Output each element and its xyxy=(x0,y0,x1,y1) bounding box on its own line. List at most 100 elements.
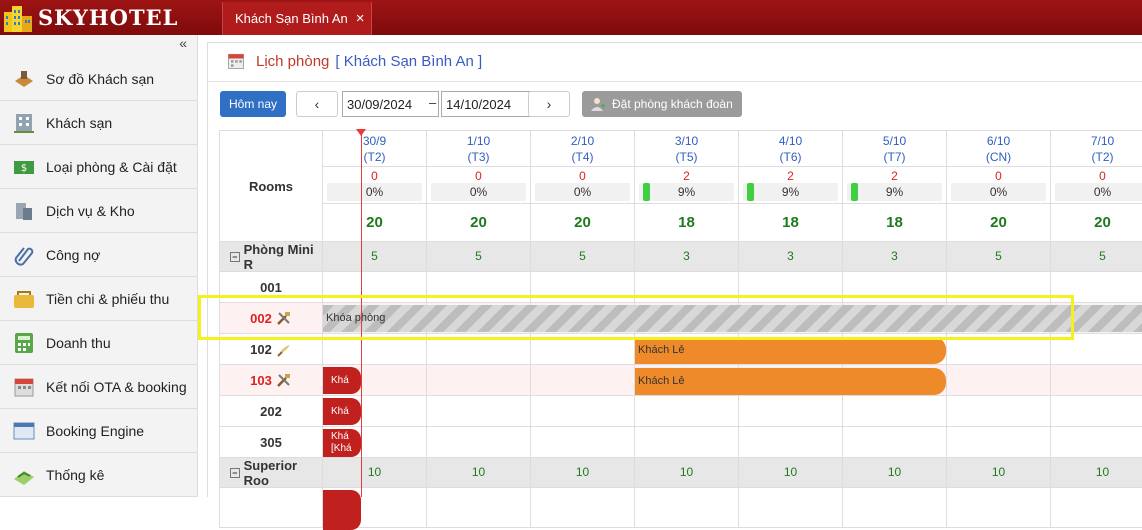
service-icon xyxy=(16,202,32,220)
room-day-cell[interactable] xyxy=(531,396,635,427)
sidebar-item-hotel[interactable]: Khách sạn xyxy=(0,101,197,145)
from-date-input[interactable]: 30/09/2024 xyxy=(342,91,439,117)
room-number: 001 xyxy=(260,279,282,295)
day-weekday: (T4) xyxy=(571,150,594,164)
available-count: 20 xyxy=(427,204,531,242)
group-booking-label: Đặt phòng khách đoàn xyxy=(612,97,733,111)
collapse-sidebar-button[interactable]: « xyxy=(0,35,197,57)
room-day-cell[interactable] xyxy=(947,365,1051,396)
today-button[interactable]: Hôm nay xyxy=(220,91,286,117)
sidebar-item-label: Tiền chi & phiếu thu xyxy=(46,290,170,307)
category-row[interactable]: − Phòng Mini R xyxy=(219,242,323,272)
next-button[interactable]: › xyxy=(528,91,570,117)
sidebar-item-ota[interactable]: Kết nối OTA & booking xyxy=(0,365,197,409)
room-row-label[interactable]: 202 xyxy=(219,396,323,427)
booking-bar[interactable]: Khá xyxy=(323,367,361,394)
room-day-cell[interactable] xyxy=(739,396,843,427)
sidebar-item-hotel-map[interactable]: Sơ đồ Khách sạn xyxy=(0,57,197,101)
room-day-cell[interactable] xyxy=(739,427,843,458)
room-day-cell[interactable] xyxy=(1051,488,1142,528)
booking-bar[interactable] xyxy=(323,490,361,530)
booking-bar[interactable]: Khá [Khá xyxy=(323,429,361,457)
sidebar-item-services[interactable]: Dịch vụ & Kho xyxy=(0,189,197,233)
room-day-cell[interactable] xyxy=(1051,396,1142,427)
room-day-cell[interactable] xyxy=(1051,427,1142,458)
day-header[interactable]: 1/10 (T3) xyxy=(427,130,531,167)
room-row-label[interactable]: 103 xyxy=(219,365,323,396)
occupancy-percent: 9% xyxy=(781,185,800,199)
to-date-input[interactable]: 14/10/2024 xyxy=(441,91,538,117)
room-day-cell[interactable] xyxy=(947,427,1051,458)
category-available: 10 xyxy=(1051,458,1142,488)
sidebar-item-label: Công nợ xyxy=(46,246,101,263)
room-day-cell[interactable] xyxy=(427,365,531,396)
occupancy-box: 9% xyxy=(743,183,838,201)
available-count: 20 xyxy=(947,204,1051,242)
room-day-cell[interactable] xyxy=(427,396,531,427)
prev-button[interactable]: ‹ xyxy=(296,91,338,117)
day-occupancy: 0 0% xyxy=(323,167,427,204)
cleaning-icon xyxy=(277,345,290,357)
occupancy-bar xyxy=(747,183,754,201)
day-occupancy: 2 9% xyxy=(739,167,843,204)
day-header[interactable]: 3/10 (T5) xyxy=(635,130,739,167)
booked-count: 0 xyxy=(579,169,586,183)
expand-icon[interactable]: − xyxy=(230,467,240,478)
sidebar-item-statistics[interactable]: Thống kê xyxy=(0,453,197,497)
available-count: 18 xyxy=(739,204,843,242)
room-day-cell[interactable] xyxy=(635,427,739,458)
sidebar-item-label: Kết nối OTA & booking xyxy=(46,378,187,395)
category-row[interactable]: − Superior Roo xyxy=(219,458,323,488)
room-day-cell[interactable] xyxy=(843,396,947,427)
sidebar-item-label: Booking Engine xyxy=(46,422,145,439)
available-count: 18 xyxy=(635,204,739,242)
day-header[interactable]: 5/10 (T7) xyxy=(843,130,947,167)
group-booking-button[interactable]: Đặt phòng khách đoàn xyxy=(582,91,742,117)
occupancy-box: 0% xyxy=(951,183,1046,201)
room-day-cell[interactable] xyxy=(531,427,635,458)
divider xyxy=(208,81,1142,82)
day-header[interactable]: 4/10 (T6) xyxy=(739,130,843,167)
today-marker-icon xyxy=(356,129,366,136)
day-date: 4/10 xyxy=(778,134,803,148)
page-title: Lịch phòng [ Khách Sạn Bình An ] xyxy=(226,51,482,71)
category-available: 10 xyxy=(323,458,427,488)
booking-label: Khá xyxy=(331,431,349,442)
expand-icon[interactable]: − xyxy=(230,251,240,262)
day-header[interactable]: 30/9 (T2) xyxy=(323,130,427,167)
room-day-cell[interactable] xyxy=(531,365,635,396)
room-day-cell[interactable] xyxy=(427,427,531,458)
tab-hotel[interactable]: Khách Sạn Bình An × xyxy=(222,2,372,35)
room-day-cell[interactable] xyxy=(635,488,739,528)
occupancy-box: 9% xyxy=(639,183,734,201)
page-hotel-name: [ Khách Sạn Bình An ] xyxy=(335,52,483,70)
sidebar-item-booking-engine[interactable]: Booking Engine xyxy=(0,409,197,453)
sidebar-item-revenue[interactable]: Doanh thu xyxy=(0,321,197,365)
room-day-cell[interactable] xyxy=(635,396,739,427)
room-row-label[interactable]: 305 xyxy=(219,427,323,458)
room-day-cell[interactable] xyxy=(427,488,531,528)
day-header[interactable]: 7/10 (T2) xyxy=(1051,130,1142,167)
booking-bar[interactable]: Khách Lẻ xyxy=(635,337,946,364)
booking-bar[interactable]: Khá xyxy=(323,398,361,425)
sidebar-item-debts[interactable]: Công nợ xyxy=(0,233,197,277)
room-row-label[interactable] xyxy=(219,488,323,528)
logo[interactable]: SKYHOTEL xyxy=(0,0,198,35)
room-day-cell[interactable] xyxy=(739,488,843,528)
day-header[interactable]: 6/10 (CN) xyxy=(947,130,1051,167)
occupancy-bar xyxy=(643,183,650,201)
day-date: 30/9 xyxy=(362,134,387,148)
day-weekday: (T2) xyxy=(363,150,386,164)
booking-bar[interactable]: Khách Lẻ xyxy=(635,368,946,395)
room-day-cell[interactable] xyxy=(531,488,635,528)
close-icon[interactable]: × xyxy=(356,10,365,27)
room-day-cell[interactable] xyxy=(843,488,947,528)
sidebar-item-room-types[interactable]: $ Loại phòng & Cài đặt xyxy=(0,145,197,189)
day-occupancy: 0 0% xyxy=(427,167,531,204)
sidebar-item-expenses[interactable]: Tiền chi & phiếu thu xyxy=(0,277,197,321)
room-day-cell[interactable] xyxy=(1051,365,1142,396)
day-header[interactable]: 2/10 (T4) xyxy=(531,130,635,167)
room-day-cell[interactable] xyxy=(947,488,1051,528)
room-day-cell[interactable] xyxy=(843,427,947,458)
room-day-cell[interactable] xyxy=(947,396,1051,427)
